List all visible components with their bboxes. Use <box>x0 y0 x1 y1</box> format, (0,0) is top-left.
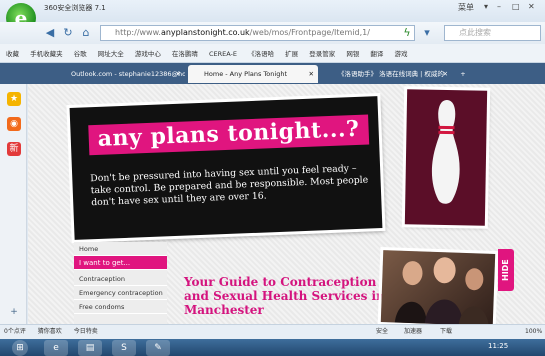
tab-label: 《洛语助手》 洛语在线词典 | 权威的 <box>338 70 444 78</box>
bookmark-item[interactable]: 手机收藏夹 <box>30 50 63 58</box>
menu-item-emergency-contraception[interactable]: Emergency contraception <box>74 286 167 300</box>
dropdown-icon[interactable]: ▾ <box>420 26 434 40</box>
close-window-button[interactable]: ✕ <box>528 2 535 11</box>
close-tab-icon[interactable]: ✕ <box>443 65 448 83</box>
status-bar: 0个点评 猜你喜欢 今日特卖 安全 加速器 下载 100% <box>0 324 545 339</box>
bookmark-item[interactable]: 网址大全 <box>98 50 124 58</box>
bowling-pin-icon <box>431 100 460 204</box>
bookmark-item[interactable]: 游戏 <box>394 50 407 58</box>
taskbar-clock: 11:25 <box>488 342 509 350</box>
address-bar[interactable]: http://www.anyplanstonight.co.uk/web/mos… <box>100 25 415 41</box>
bookmark-item[interactable]: 在洛鹏晴 <box>172 50 198 58</box>
menu-item-free-condoms[interactable]: Free condoms <box>74 300 167 314</box>
close-tab-icon[interactable]: ✕ <box>176 65 181 83</box>
minimize-button[interactable]: – <box>497 2 501 11</box>
tab-label: Outlook.com - stephanie12386@ho <box>71 70 185 78</box>
status-guess[interactable]: 猜你喜欢 <box>38 328 62 335</box>
bowling-pin-image <box>404 89 488 226</box>
people-photo <box>380 250 496 324</box>
status-accelerator[interactable]: 加速器 <box>404 325 422 339</box>
bookmark-item[interactable]: CEREA-E <box>209 50 237 58</box>
menu-label: 菜单 <box>458 3 474 12</box>
hero-body: Don't be pressured into having sex until… <box>90 162 369 209</box>
bookmark-item[interactable]: 网银 <box>346 50 359 58</box>
tab-dictionary[interactable]: 《洛语助手》 洛语在线词典 | 权威的 ✕ <box>322 65 452 83</box>
url-prefix: http://www. <box>115 28 161 37</box>
bookmark-item[interactable]: 游戏中心 <box>135 50 161 58</box>
start-button-icon[interactable]: ⊞ <box>12 340 28 356</box>
back-arrow-icon[interactable]: ◀ <box>43 26 57 40</box>
new-tab-icon[interactable]: + <box>456 65 470 83</box>
status-security[interactable]: 安全 <box>376 325 388 339</box>
guide-heading: Your Guide to Contraception and Sexual H… <box>184 275 385 317</box>
menu-item-i-want-to-get[interactable]: I want to get... <box>74 256 167 270</box>
shopping-icon[interactable]: 新 <box>7 142 21 156</box>
status-zoom[interactable]: 100% <box>525 325 542 339</box>
hero-banner: any plans tonight...? Don't be pressured… <box>69 96 383 240</box>
bookmark-item[interactable]: 登录管家 <box>309 50 335 58</box>
taskbar-editor-icon[interactable]: ✎ <box>146 340 170 356</box>
status-comments[interactable]: 0个点评 <box>4 328 26 335</box>
home-icon[interactable]: ⌂ <box>79 26 93 40</box>
url-path: /web/mos/Frontpage/Itemid,1/ <box>249 28 370 37</box>
weibo-icon[interactable]: ◉ <box>7 117 21 131</box>
status-sale[interactable]: 今日特卖 <box>74 328 98 335</box>
add-sidebar-icon[interactable]: + <box>7 305 21 319</box>
menu-button[interactable]: 菜单 <box>458 2 474 13</box>
status-download[interactable]: 下载 <box>440 325 452 339</box>
bookmark-item[interactable]: 翻译 <box>370 50 383 58</box>
taskbar-folder-icon[interactable]: ▤ <box>78 340 102 356</box>
search-input[interactable]: 点此搜索 <box>444 25 541 41</box>
bookmark-item[interactable]: 收藏 <box>6 50 19 58</box>
lightning-icon[interactable]: ϟ <box>400 26 414 40</box>
close-tab-icon[interactable]: ✕ <box>309 65 314 83</box>
side-menu: Home I want to get... Contraception Emer… <box>74 242 167 324</box>
url-host: anyplanstonight.co.uk <box>160 28 250 37</box>
hero-title: any plans tonight...? <box>88 114 370 156</box>
people-silhouette-icon <box>394 257 489 324</box>
options-button[interactable]: ▾ <box>484 2 488 11</box>
menu-item-contraception[interactable]: Contraception <box>74 272 167 286</box>
page-viewport: any plans tonight...? Don't be pressured… <box>28 84 545 324</box>
favorites-star-icon[interactable]: ★ <box>7 92 21 106</box>
maximize-button[interactable]: □ <box>512 2 520 11</box>
menu-item-home[interactable]: Home <box>74 242 167 256</box>
taskbar-browser-icon[interactable]: e <box>44 340 68 356</box>
taskbar-skype-icon[interactable]: S <box>112 340 136 356</box>
tab-outlook[interactable]: Outlook.com - stephanie12386@ho ✕ <box>55 65 185 83</box>
bookmark-item[interactable]: 谷歌 <box>74 50 87 58</box>
refresh-icon[interactable]: ↻ <box>61 26 75 40</box>
hide-site-button[interactable]: HIDE <box>498 249 514 291</box>
bookmark-item[interactable]: 《洛语哈 <box>248 50 274 58</box>
bookmarks-bar: 收藏 手机收藏夹 谷歌 网址大全 游戏中心 在洛鹏晴 CEREA-E 《洛语哈 … <box>0 44 545 63</box>
tab-home[interactable]: Home - Any Plans Tonight ✕ <box>188 65 318 83</box>
bookmark-item[interactable]: 扩展 <box>285 50 298 58</box>
window-title: 360安全浏览器 7.1 <box>44 4 106 12</box>
tab-label: Home - Any Plans Tonight <box>204 70 287 78</box>
